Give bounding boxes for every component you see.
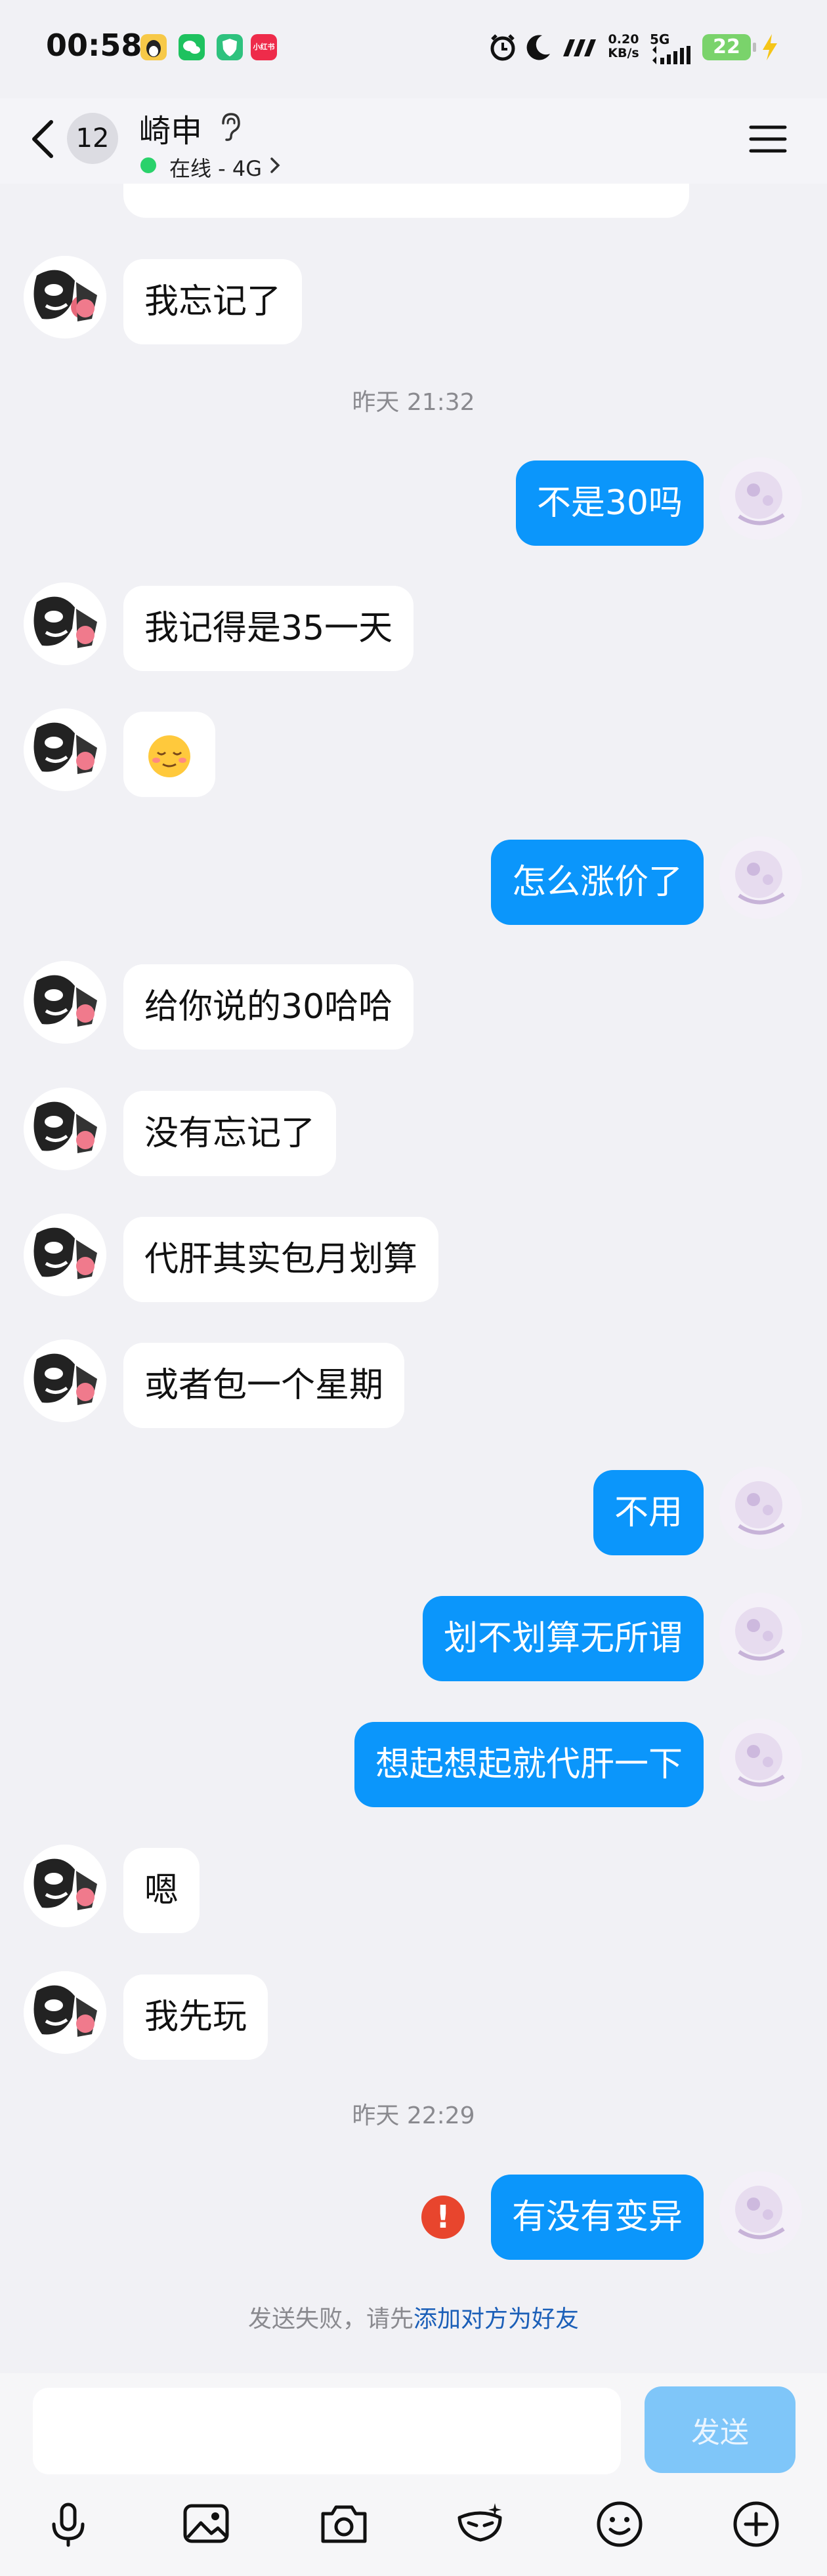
qq-icon xyxy=(140,34,167,60)
network-type-label: 5G xyxy=(650,31,670,47)
message-bubble[interactable]: 代肝其实包月划算 xyxy=(123,1217,439,1302)
add-friend-link[interactable]: 添加对方为好友 xyxy=(414,2306,579,2333)
message-timestamp: 昨天 21:32 xyxy=(352,389,475,416)
charging-icon xyxy=(760,33,780,64)
message-input[interactable] xyxy=(33,2388,621,2474)
contact-avatar[interactable] xyxy=(24,1845,106,1927)
microphone-icon[interactable] xyxy=(42,2498,95,2550)
message-bubble[interactable]: 我先玩 xyxy=(123,1974,268,2060)
message-bubble[interactable]: 没有忘记了 xyxy=(123,1091,337,1176)
hd-signal-icon xyxy=(559,37,597,62)
my-avatar[interactable] xyxy=(719,457,802,540)
network-speed-unit: KB/s xyxy=(608,46,639,60)
chevron-right-icon[interactable] xyxy=(268,155,282,176)
wechat-icon xyxy=(179,34,205,60)
message-bubble[interactable]: 怎么涨价了 xyxy=(490,840,704,925)
my-avatar[interactable] xyxy=(719,2171,802,2254)
xiaohongshu-icon: 小红书 xyxy=(251,34,277,60)
menu-icon[interactable] xyxy=(748,122,788,156)
send-button[interactable]: 发送 xyxy=(645,2386,795,2473)
contact-name[interactable]: 崎申 xyxy=(139,105,202,151)
network-speed: 0.20 KB/s xyxy=(604,33,643,60)
plus-icon[interactable] xyxy=(730,2498,782,2550)
online-status-text[interactable]: 在线 - 4G xyxy=(169,152,262,182)
message-bubble[interactable]: 不用 xyxy=(593,1470,704,1555)
contact-avatar[interactable] xyxy=(24,961,106,1044)
unread-count-badge[interactable]: 12 xyxy=(67,113,118,164)
message-bubble[interactable]: 嗯 xyxy=(123,1848,200,1933)
ear-icon xyxy=(217,112,243,142)
send-failed-notice: 发送失败，请先添加对方为好友 xyxy=(0,2300,827,2334)
message-bubble[interactable]: 划不划算无所谓 xyxy=(422,1596,704,1681)
contact-avatar[interactable] xyxy=(24,583,106,665)
contact-avatar[interactable] xyxy=(24,1339,106,1422)
clock: 00:58 xyxy=(46,28,142,63)
message-bubble[interactable]: 或者包一个星期 xyxy=(123,1343,405,1428)
contact-avatar[interactable] xyxy=(24,1971,106,2054)
my-avatar[interactable] xyxy=(719,1719,802,1801)
signal-bars-icon xyxy=(651,46,693,67)
shield-app-icon xyxy=(217,34,243,60)
back-icon[interactable] xyxy=(26,113,59,165)
my-avatar[interactable] xyxy=(719,1467,802,1549)
alarm-icon xyxy=(487,31,519,66)
image-icon[interactable] xyxy=(180,2498,232,2550)
do-not-disturb-icon xyxy=(522,31,554,66)
send-failed-icon[interactable]: ! xyxy=(421,2196,465,2239)
message-list[interactable]: 我忘记了 昨天 21:32 不是30吗 我记得是35一天 怎么涨价了 给你说的3… xyxy=(0,0,827,2576)
status-bar: 00:58 小红书 0.20 KB/s 5G 22 xyxy=(0,0,827,98)
message-bubble[interactable] xyxy=(123,712,215,797)
my-avatar[interactable] xyxy=(719,1593,802,1675)
battery-level: 22 xyxy=(702,34,756,60)
contact-avatar[interactable] xyxy=(24,708,106,791)
smile-icon[interactable] xyxy=(593,2498,646,2550)
my-avatar[interactable] xyxy=(719,836,802,919)
camera-icon[interactable] xyxy=(318,2498,370,2550)
chat-header: 12 崎申 在线 - 4G xyxy=(0,98,827,184)
message-bubble[interactable]: 不是30吗 xyxy=(515,460,704,546)
network-speed-value: 0.20 xyxy=(608,32,639,47)
message-bubble[interactable]: 想起想起就代肝一下 xyxy=(354,1722,704,1807)
mask-icon[interactable] xyxy=(454,2498,507,2550)
fail-notice-text: 发送失败，请先 xyxy=(247,2306,414,2333)
message-bubble[interactable]: 我记得是35一天 xyxy=(123,586,414,671)
input-area: 发送 xyxy=(0,2373,827,2576)
message-bubble[interactable]: 给你说的30哈哈 xyxy=(123,964,414,1050)
relieved-emoji-icon xyxy=(148,735,190,777)
contact-avatar[interactable] xyxy=(24,256,106,338)
message-bubble[interactable]: 我忘记了 xyxy=(123,259,303,344)
message-bubble[interactable]: 有没有变异 xyxy=(490,2175,704,2260)
contact-avatar[interactable] xyxy=(24,1088,106,1170)
contact-avatar[interactable] xyxy=(24,1214,106,1296)
online-status-dot xyxy=(140,157,156,173)
message-timestamp: 昨天 22:29 xyxy=(352,2102,475,2129)
